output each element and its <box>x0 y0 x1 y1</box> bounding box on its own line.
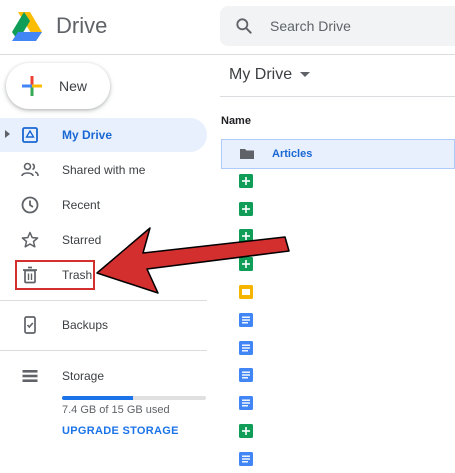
trash-highlight-box <box>15 260 95 290</box>
file-row[interactable] <box>221 361 455 391</box>
storage-icon <box>22 370 38 382</box>
file-row[interactable] <box>221 250 455 280</box>
page-title[interactable]: My Drive <box>229 66 292 84</box>
docs-icon <box>238 312 254 328</box>
main-divider <box>220 96 455 97</box>
sheets-icon <box>238 423 254 439</box>
sheets-icon <box>238 228 254 244</box>
column-header-name[interactable]: Name <box>221 115 251 127</box>
chevron-down-icon[interactable] <box>300 72 310 77</box>
file-row[interactable] <box>221 334 455 364</box>
file-row[interactable] <box>221 222 455 252</box>
sidebar-item-label: Recent <box>62 198 101 212</box>
search-bar[interactable] <box>220 6 455 46</box>
sidebar-item-storage[interactable]: Storage <box>0 359 207 393</box>
sidebar-item-backups[interactable]: Backups <box>0 308 207 342</box>
slides-icon <box>238 284 254 300</box>
sidebar-item-recent[interactable]: Recent <box>0 188 207 222</box>
sheets-icon <box>238 173 254 189</box>
file-row[interactable] <box>221 195 455 225</box>
file-row[interactable] <box>221 389 455 419</box>
file-row[interactable] <box>221 278 455 308</box>
clock-icon <box>21 196 39 214</box>
my-drive-icon <box>22 127 38 143</box>
expand-caret-icon[interactable] <box>5 130 10 138</box>
sheets-icon <box>238 201 254 217</box>
docs-icon <box>238 367 254 383</box>
new-button[interactable]: New <box>6 63 110 109</box>
sheets-icon <box>238 256 254 272</box>
sidebar-divider <box>0 350 207 351</box>
sidebar-item-label: Storage <box>62 369 105 383</box>
google-drive-logo[interactable] <box>12 10 48 42</box>
docs-icon <box>238 451 254 467</box>
docs-icon <box>238 340 254 356</box>
file-row[interactable] <box>221 306 455 336</box>
storage-progress-fill <box>62 396 133 400</box>
file-name: Articles <box>272 148 313 160</box>
storage-used-text: 7.4 GB of 15 GB used <box>62 404 170 416</box>
sidebar-item-label: Starred <box>62 233 102 247</box>
sidebar-divider <box>0 300 207 301</box>
sidebar-item-label: My Drive <box>62 128 113 142</box>
sidebar-item-label: Shared with me <box>62 163 146 177</box>
star-icon <box>21 231 39 248</box>
plus-icon <box>22 76 42 96</box>
docs-icon <box>238 395 254 411</box>
new-button-label: New <box>59 78 88 94</box>
upgrade-storage-link[interactable]: UPGRADE STORAGE <box>62 425 179 437</box>
storage-progress-bar <box>62 396 206 400</box>
search-input[interactable] <box>270 6 450 46</box>
file-row[interactable] <box>221 167 455 197</box>
search-icon[interactable] <box>234 16 254 36</box>
app-brand: Drive <box>56 13 108 38</box>
sidebar-item-my-drive[interactable]: My Drive <box>0 118 207 152</box>
people-icon <box>21 162 39 177</box>
sidebar-item-starred[interactable]: Starred <box>0 223 207 257</box>
backup-icon <box>24 316 36 334</box>
file-row[interactable] <box>221 417 455 447</box>
app-header: Drive <box>0 0 455 55</box>
folder-icon <box>239 146 255 162</box>
file-row[interactable]: Articles <box>221 139 455 169</box>
file-row[interactable] <box>221 445 455 473</box>
sidebar-item-label: Backups <box>62 318 109 332</box>
sidebar-item-shared-with-me[interactable]: Shared with me <box>0 153 207 187</box>
